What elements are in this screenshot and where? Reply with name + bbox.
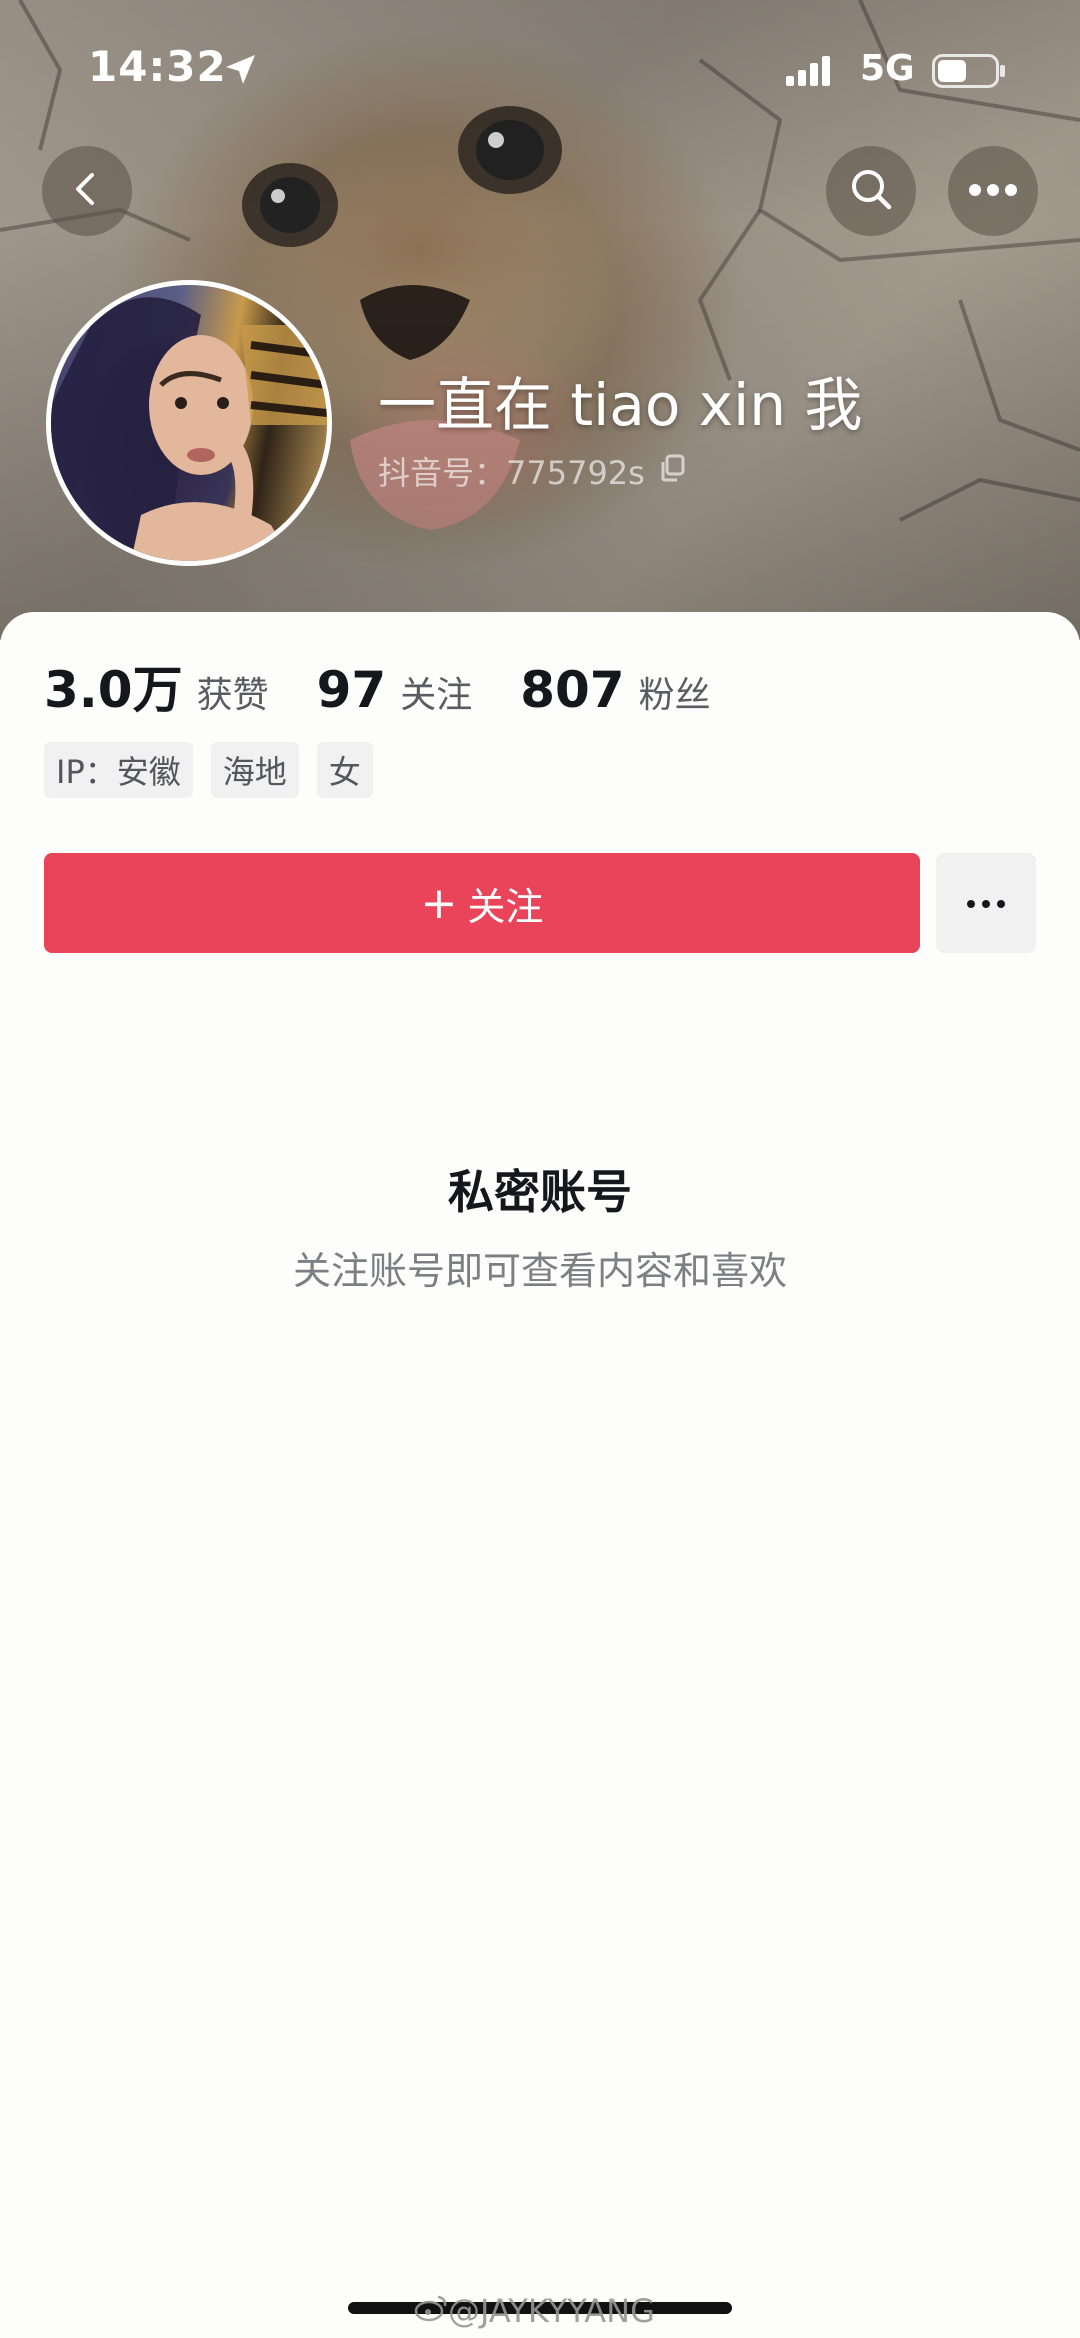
stat-following[interactable]: 97 关注 [317, 661, 473, 719]
chevron-left-icon [67, 169, 107, 213]
avatar[interactable] [46, 280, 332, 566]
stat-value: 807 [520, 661, 625, 719]
weibo-icon [414, 2292, 448, 2330]
signal-icon [786, 56, 830, 90]
watermark: @JAYKYYANG [414, 2292, 655, 2330]
more-options-button[interactable] [948, 146, 1038, 236]
network-type: 5G [860, 48, 915, 89]
tag-ip-location: IP：安徽 [44, 742, 193, 798]
follow-button[interactable]: + 关注 [44, 853, 920, 953]
stat-label: 关注 [400, 675, 473, 716]
watermark-text: @JAYKYYANG [448, 2292, 655, 2330]
account-id: 抖音号：775792s [378, 454, 645, 492]
back-button[interactable] [42, 146, 132, 236]
avatar-image [51, 297, 327, 561]
more-horizontal-icon [966, 894, 1006, 913]
stat-value: 3.0万 [44, 661, 183, 719]
private-account-subtitle: 关注账号即可查看内容和喜欢 [292, 1249, 787, 1293]
stat-followers[interactable]: 807 粉丝 [520, 661, 710, 719]
stat-value: 97 [316, 661, 387, 719]
search-button[interactable] [826, 146, 916, 236]
follow-button-label: 关注 [467, 884, 544, 929]
profile-page: 14:32 5G 一直在 tiao xin 我 抖音号：775792s 3.0万… [0, 0, 1080, 2338]
status-time: 14:32 [88, 42, 227, 91]
follow-more-button[interactable] [936, 853, 1036, 953]
stat-label: 粉丝 [638, 675, 711, 716]
location-arrow-icon [222, 52, 258, 92]
username: 一直在 tiao xin 我 [378, 371, 863, 439]
account-id-row[interactable]: 抖音号：775792s [378, 448, 685, 494]
plus-icon: + [420, 877, 458, 929]
tag-gender: 女 [316, 742, 373, 798]
stat-likes[interactable]: 3.0万 获赞 [44, 650, 269, 722]
stats-row: 3.0万 获赞 97 关注 807 粉丝 [44, 650, 759, 722]
profile-tags: IP：安徽 海地 女 [44, 742, 391, 798]
battery-icon [932, 54, 1006, 92]
private-account-title: 私密账号 [448, 1165, 632, 1219]
stat-label: 获赞 [196, 675, 269, 716]
search-icon [848, 166, 894, 216]
copy-icon[interactable] [659, 452, 685, 490]
tag-region: 海地 [210, 742, 299, 798]
more-horizontal-icon [968, 182, 1018, 201]
